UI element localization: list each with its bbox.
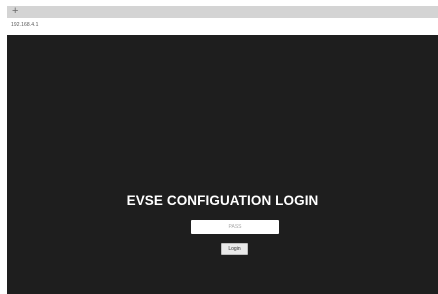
password-field[interactable] bbox=[191, 220, 279, 234]
page-content: EVSE CONFIGUATION LOGIN Login bbox=[7, 35, 438, 294]
url-text[interactable]: 192.168.4.1 bbox=[11, 21, 39, 29]
new-tab-button[interactable]: + bbox=[12, 5, 18, 17]
address-bar[interactable]: 192.168.4.1 bbox=[7, 18, 438, 35]
login-button[interactable]: Login bbox=[221, 243, 248, 255]
page-title: EVSE CONFIGUATION LOGIN bbox=[126, 193, 319, 208]
browser-tab-bar: + bbox=[7, 5, 438, 18]
